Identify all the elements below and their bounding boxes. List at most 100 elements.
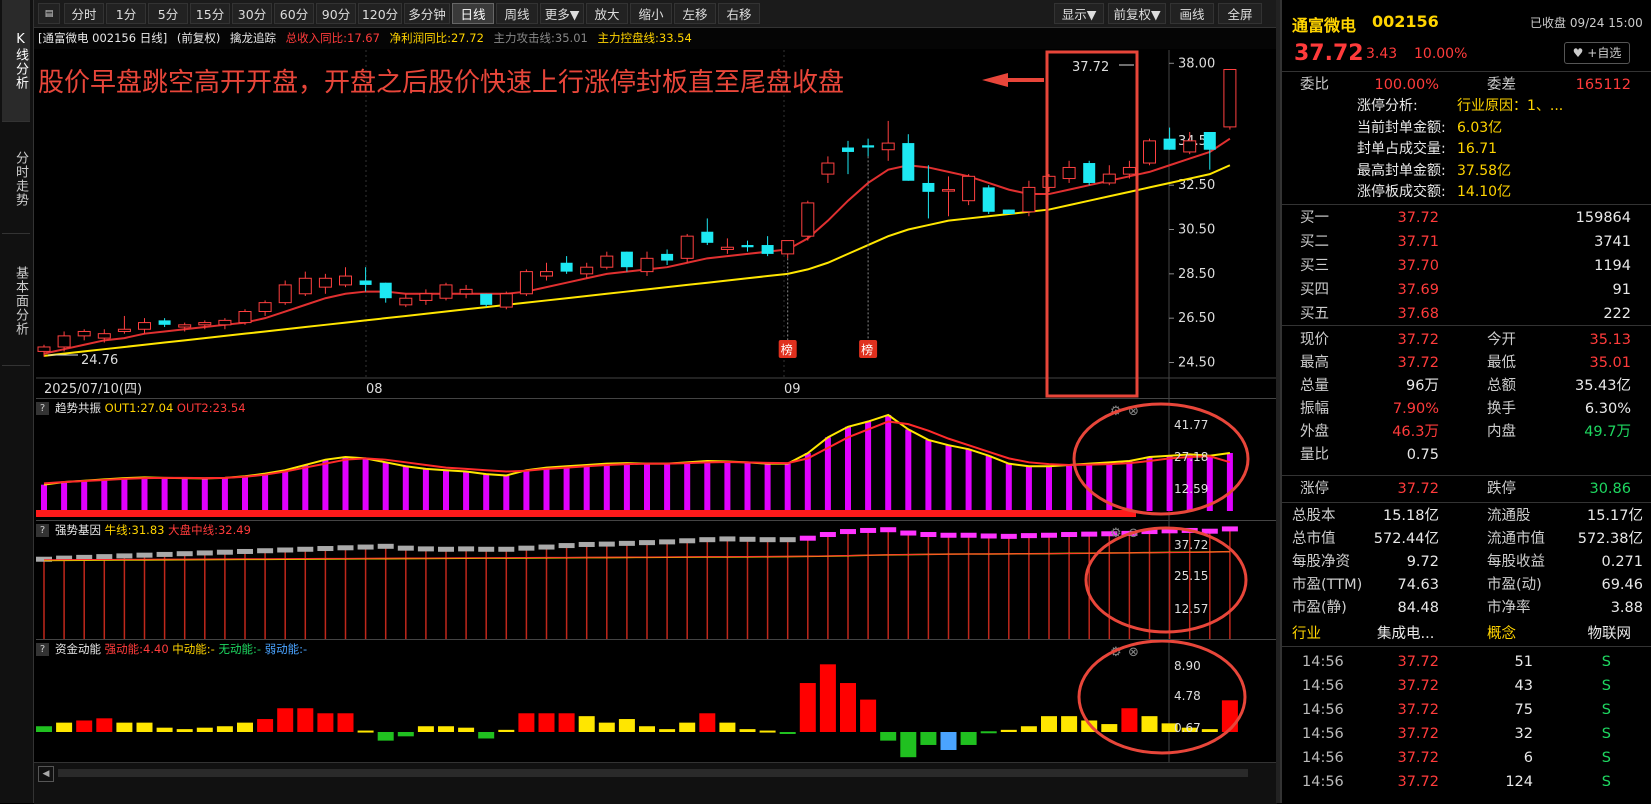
candle[interactable] [258, 300, 272, 316]
trend-bar [1126, 461, 1133, 511]
toolbar-daily[interactable]: 日线 [452, 3, 494, 24]
candle[interactable] [1102, 165, 1116, 186]
toolbar-draw[interactable]: 画线 [1170, 3, 1214, 24]
candle[interactable] [480, 293, 493, 308]
candle[interactable] [1083, 160, 1096, 186]
candle[interactable] [560, 256, 573, 274]
candle[interactable] [881, 120, 895, 161]
kline-chart[interactable]: 38.0034.5032.5030.5028.5026.5024.50 榜榜 2… [36, 50, 1276, 398]
candle[interactable] [620, 251, 633, 272]
candle[interactable] [1203, 132, 1216, 170]
candle[interactable] [519, 269, 533, 296]
candle[interactable] [298, 271, 312, 296]
candle[interactable] [379, 282, 392, 303]
toolbar-30min[interactable]: 30分 [232, 3, 272, 24]
candle[interactable] [499, 291, 513, 310]
candle[interactable] [318, 273, 332, 294]
toolbar-intraday[interactable]: 分时 [64, 3, 104, 24]
strong-panel[interactable]: ? 强势基因 牛线:31.83 大盘中线:32.49 37.72 25.15 12… [36, 521, 1276, 640]
candle[interactable] [1223, 69, 1237, 130]
candle[interactable] [218, 318, 232, 330]
toolbar-15min[interactable]: 15分 [190, 3, 230, 24]
candle[interactable] [238, 309, 252, 325]
toolbar-weekly[interactable]: 周线 [496, 3, 538, 24]
strong-chart[interactable]: 37.72 25.15 12.57 ⚙ ⊗ [36, 521, 1276, 639]
candle[interactable] [158, 318, 171, 328]
tab-intraday[interactable]: 分时走势 [2, 124, 30, 234]
toolbar-90min[interactable]: 90分 [316, 3, 356, 24]
toolbar-zoom-in[interactable]: 放大 [586, 3, 628, 24]
candle[interactable] [942, 176, 955, 217]
candle[interactable] [1062, 160, 1076, 183]
candle[interactable] [1022, 180, 1036, 217]
indicator-name[interactable]: 擒龙追踪 [230, 31, 276, 45]
toolbar-multi-min[interactable]: 多分钟 [404, 3, 450, 24]
scroll-left-icon[interactable]: ◀ [38, 766, 54, 782]
bang-badge-label: 榜 [781, 342, 793, 357]
candle[interactable] [1143, 138, 1156, 166]
fund-panel[interactable]: ? 资金动能 强动能:4.40 中动能:- 无动能:- 弱动能:- 8.90 4.… [36, 640, 1276, 762]
tab-kline[interactable]: K线分析 [2, 0, 30, 122]
trend-chart[interactable]: 41.77 27.18 12.59 ⚙ ⊗ [36, 399, 1276, 520]
candle[interactable] [1002, 209, 1015, 214]
concept-value[interactable]: 物联网 [1588, 622, 1632, 646]
candle[interactable] [720, 238, 734, 254]
candle[interactable] [600, 251, 614, 270]
candle[interactable] [640, 251, 654, 277]
candle[interactable] [138, 318, 151, 334]
candle[interactable] [540, 262, 553, 281]
candle[interactable] [701, 218, 714, 246]
toolbar-more[interactable]: 更多▼ [540, 3, 584, 24]
candle[interactable] [419, 289, 433, 305]
industry-value[interactable]: 集成电... [1377, 622, 1434, 646]
chart-scrollbar[interactable]: ◀ [34, 762, 1277, 804]
candle[interactable] [982, 185, 995, 214]
candle[interactable] [399, 293, 413, 308]
candle[interactable] [117, 315, 131, 334]
candle[interactable] [922, 165, 935, 219]
toolbar-fullscreen[interactable]: 全屏 [1218, 3, 1262, 24]
toolbar-1min[interactable]: 1分 [106, 3, 146, 24]
close-icon[interactable]: ⊗ [1128, 645, 1139, 660]
candle[interactable] [278, 280, 292, 305]
tick-row: 14:56 37.72 124 S [1282, 770, 1651, 794]
candle[interactable] [661, 249, 674, 265]
candle[interactable] [801, 200, 815, 241]
candle[interactable] [862, 138, 875, 157]
candle[interactable] [359, 267, 372, 292]
menu-icon[interactable]: ▤ [38, 3, 60, 24]
candle[interactable] [1042, 174, 1056, 192]
tick-row: 14:56 37.72 32 S [1282, 722, 1651, 746]
candle[interactable] [842, 140, 854, 175]
candle[interactable] [680, 233, 694, 263]
candle[interactable] [902, 134, 915, 181]
strong-block [297, 546, 314, 552]
fund-chart[interactable]: 8.90 4.78 0.67 ⚙ ⊗ [36, 640, 1276, 762]
toolbar-shift-right[interactable]: 右移 [718, 3, 760, 24]
toolbar-display[interactable]: 显示▼ [1054, 3, 1104, 24]
add-watchlist-button[interactable]: ♥ +自选 [1564, 42, 1630, 64]
toolbar-adjust[interactable]: 前复权▼ [1108, 3, 1166, 24]
trend-bar [744, 462, 751, 511]
main-kline-panel[interactable]: 38.00 34.50 32.50 30.50 28.50 26.50 24.50 榜榜 2… [36, 50, 1276, 399]
candle[interactable] [1163, 127, 1176, 150]
candle[interactable] [459, 284, 473, 299]
candle[interactable] [439, 282, 453, 301]
candle[interactable] [77, 329, 91, 341]
toolbar-60min[interactable]: 60分 [274, 3, 314, 24]
candle[interactable] [761, 236, 774, 257]
bid-price: 37.70 [1397, 258, 1439, 274]
trend-panel[interactable]: ? 趋势共振 OUT1:27.04 OUT2:23.54 41.77 27.18 … [36, 399, 1276, 521]
candle[interactable] [821, 156, 835, 183]
candle[interactable] [962, 174, 976, 206]
toolbar-shift-left[interactable]: 左移 [674, 3, 716, 24]
candle[interactable] [339, 267, 352, 288]
toolbar-5min[interactable]: 5分 [148, 3, 188, 24]
candle[interactable] [580, 262, 594, 279]
trend-bar [945, 445, 952, 511]
scroll-track[interactable] [58, 769, 1248, 777]
toolbar-zoom-out[interactable]: 缩小 [630, 3, 672, 24]
candle[interactable] [741, 240, 754, 252]
tab-fundamentals[interactable]: 基本面分析 [2, 236, 30, 366]
toolbar-120min[interactable]: 120分 [358, 3, 402, 24]
